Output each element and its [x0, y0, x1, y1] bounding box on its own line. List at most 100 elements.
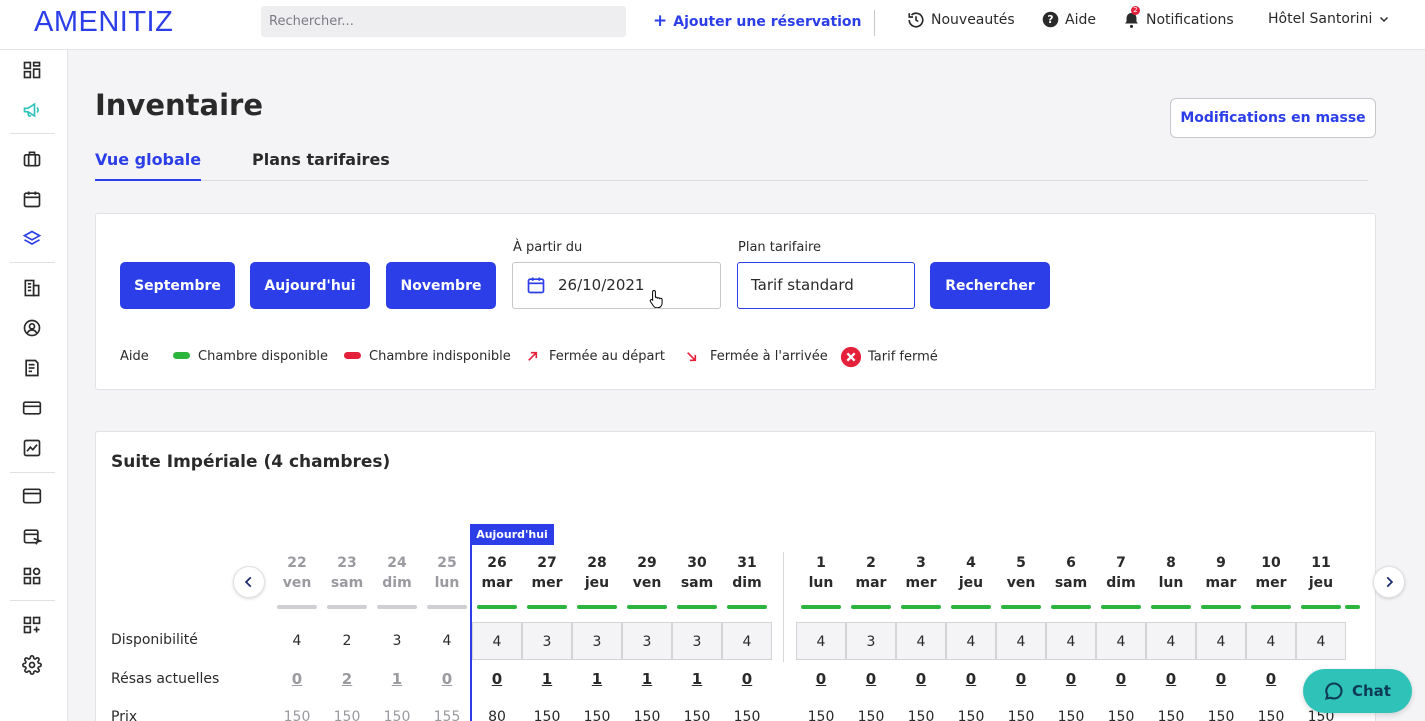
megaphone-icon[interactable]	[22, 100, 42, 120]
current-resas-link[interactable]: 0	[472, 670, 522, 688]
price-cell[interactable]: 150	[846, 709, 896, 721]
price-cell[interactable]: 150	[896, 709, 946, 721]
availability-cell[interactable]: 3	[522, 622, 572, 660]
divider	[10, 600, 55, 601]
settings-icon[interactable]	[22, 655, 42, 675]
from-date-input[interactable]: 26/10/2021	[512, 262, 721, 309]
price-cell[interactable]: 150	[522, 709, 572, 721]
availability-cell[interactable]: 4	[1096, 622, 1146, 660]
current-resas-link[interactable]: 0	[946, 670, 996, 688]
current-resas-link[interactable]: 1	[522, 670, 572, 688]
current-resas-link[interactable]: 0	[796, 670, 846, 688]
chat-button[interactable]: Chat	[1303, 669, 1412, 713]
current-resas-link[interactable]: 0	[1146, 670, 1196, 688]
search-input[interactable]	[261, 6, 626, 37]
notifications-button[interactable]: 2 Notifications	[1123, 6, 1234, 29]
current-resas-link[interactable]: 0	[272, 670, 322, 688]
availability-cell[interactable]: 3	[672, 622, 722, 660]
price-cell[interactable]: 150	[722, 709, 772, 721]
booking-engine-icon[interactable]	[22, 526, 42, 546]
building-icon[interactable]	[22, 278, 42, 298]
availability-bar	[1051, 605, 1091, 609]
current-resas-link[interactable]: 2	[322, 670, 372, 688]
price-cell[interactable]: 150	[946, 709, 996, 721]
website-icon[interactable]	[22, 486, 42, 506]
availability-cell[interactable]: 4	[796, 622, 846, 660]
availability-cell[interactable]: 4	[472, 622, 522, 660]
current-resas-link[interactable]: 0	[846, 670, 896, 688]
search-button[interactable]: Rechercher	[930, 262, 1050, 309]
divider	[10, 262, 55, 263]
availability-cell[interactable]: 4	[722, 622, 772, 660]
day-number: 3	[916, 555, 926, 571]
logo[interactable]: AMENITIZ	[34, 6, 173, 39]
price-cell[interactable]: 150	[1246, 709, 1296, 721]
availability-cell[interactable]: 3	[846, 622, 896, 660]
price-cell[interactable]: 150	[622, 709, 672, 721]
invoice-icon[interactable]	[22, 358, 42, 378]
price-cell[interactable]: 150	[1196, 709, 1246, 721]
legend-closed-arrival: Fermée à l'arrivée	[685, 349, 828, 364]
current-resas-link[interactable]: 0	[1246, 670, 1296, 688]
price-cell[interactable]: 150	[672, 709, 722, 721]
availability-cell[interactable]: 4	[1296, 622, 1346, 660]
guest-icon[interactable]	[22, 318, 42, 338]
mass-edit-button[interactable]: Modifications en masse	[1170, 98, 1376, 138]
current-resas-link[interactable]: 0	[422, 670, 472, 688]
availability-cell[interactable]: 4	[946, 622, 996, 660]
payment-icon[interactable]	[22, 398, 42, 418]
price-cell[interactable]: 150	[796, 709, 846, 721]
help-button[interactable]: ? Aide	[1042, 11, 1096, 28]
services-icon[interactable]	[22, 566, 42, 586]
apps-icon[interactable]	[22, 615, 42, 635]
red-pill-icon	[344, 352, 361, 359]
availability-bar	[901, 605, 941, 609]
current-resas-link[interactable]: 1	[672, 670, 722, 688]
availability-bar	[577, 605, 617, 609]
price-cell[interactable]: 150	[1046, 709, 1096, 721]
current-resas-link[interactable]: 1	[622, 670, 672, 688]
tab-rate-plans[interactable]: Plans tarifaires	[252, 150, 390, 181]
availability-cell[interactable]: 4	[1146, 622, 1196, 660]
price-cell[interactable]: 80	[472, 709, 522, 721]
availability-cell[interactable]: 3	[622, 622, 672, 660]
price-cell[interactable]: 150	[1146, 709, 1196, 721]
layers-icon[interactable]	[22, 229, 42, 249]
dashboard-icon[interactable]	[22, 60, 42, 80]
price-cell[interactable]: 150	[572, 709, 622, 721]
today-button[interactable]: Aujourd'hui	[250, 262, 370, 309]
availability-cell[interactable]: 4	[1246, 622, 1296, 660]
day-weekday: mer	[531, 575, 563, 591]
rate-plan-select[interactable]: Tarif standard	[737, 262, 915, 309]
availability-cell[interactable]: 4	[1046, 622, 1096, 660]
current-resas-link[interactable]: 0	[996, 670, 1046, 688]
tab-global-view[interactable]: Vue globale	[95, 150, 202, 181]
hotel-selector[interactable]: Hôtel Santorini	[1268, 11, 1390, 27]
current-resas-link[interactable]: 1	[372, 670, 422, 688]
next-month-button[interactable]: Novembre	[386, 262, 496, 309]
availability-cell[interactable]: 4	[996, 622, 1046, 660]
availability-cell[interactable]: 3	[572, 622, 622, 660]
prev-month-button[interactable]: Septembre	[120, 262, 235, 309]
add-reservation-link[interactable]: + Ajouter une réservation	[653, 11, 862, 31]
price-cell[interactable]: 150	[996, 709, 1046, 721]
current-resas-link[interactable]: 0	[1196, 670, 1246, 688]
prev-days-button[interactable]	[233, 566, 265, 598]
luggage-icon[interactable]	[22, 149, 42, 169]
chart-icon[interactable]	[22, 438, 42, 458]
availability-cell: 2	[342, 633, 352, 649]
price-cell[interactable]: 150	[1096, 709, 1146, 721]
legend-closed-departure: Fermée au départ	[526, 349, 665, 364]
day-weekday: jeu	[1308, 575, 1334, 591]
current-resas-link[interactable]: 0	[1096, 670, 1146, 688]
day-header: 29 ven	[622, 553, 672, 593]
next-days-button[interactable]	[1373, 566, 1405, 598]
availability-cell[interactable]: 4	[1196, 622, 1246, 660]
calendar-icon[interactable]	[22, 189, 42, 209]
current-resas-link[interactable]: 0	[896, 670, 946, 688]
current-resas-link[interactable]: 1	[572, 670, 622, 688]
current-resas-link[interactable]: 0	[1046, 670, 1096, 688]
availability-cell[interactable]: 4	[896, 622, 946, 660]
current-resas-link[interactable]: 0	[722, 670, 772, 688]
news-button[interactable]: Nouveautés	[907, 11, 1015, 29]
